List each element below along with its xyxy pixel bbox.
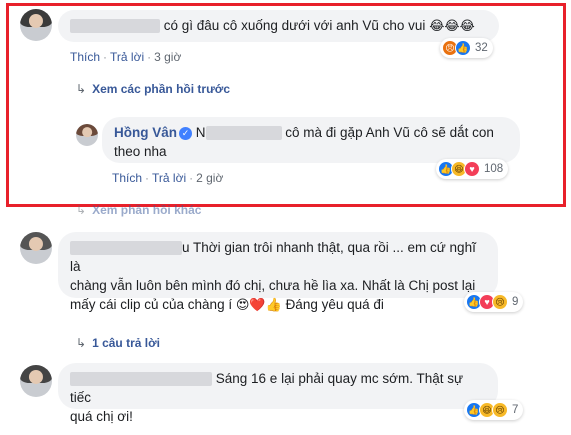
comment-line3: mấy cái clip củ của chàng í bbox=[70, 297, 233, 312]
comment-tail: u bbox=[182, 240, 190, 255]
avatar[interactable] bbox=[20, 232, 52, 264]
timestamp[interactable]: 2 giờ bbox=[196, 171, 223, 185]
like-link[interactable]: Thích bbox=[112, 171, 142, 185]
avatar[interactable] bbox=[20, 9, 52, 41]
reply-link[interactable]: Trả lời bbox=[152, 171, 186, 185]
comment-bubble: có gì đâu cô xuống dưới với anh Vũ cho v… bbox=[58, 10, 499, 42]
comment-line3-end: Đáng yêu quá đi bbox=[285, 297, 384, 312]
view-replies[interactable]: ↳ 1 câu trả lời bbox=[76, 336, 160, 350]
redacted-name bbox=[70, 372, 212, 387]
redacted-name bbox=[70, 19, 160, 34]
reaction-count: 7 bbox=[512, 404, 519, 416]
reply-text-line1: cô mà đi gặp Anh Vũ cô sẽ dắt con bbox=[285, 125, 494, 140]
author-name[interactable]: Hồng Vân bbox=[114, 125, 177, 140]
timestamp[interactable]: 3 giờ bbox=[154, 50, 181, 64]
redacted-tag bbox=[205, 126, 282, 141]
reply-text-line2: theo nha bbox=[114, 144, 167, 159]
view-more-replies[interactable]: ↳ Xem phần hồi khác bbox=[76, 203, 201, 217]
comment-actions: Thích · Trả lời · 3 giờ bbox=[70, 50, 182, 64]
love-icon: ♥ bbox=[464, 161, 480, 177]
sad-icon: 😢 bbox=[492, 402, 508, 418]
comment-line2: quá chị ơi! bbox=[70, 409, 133, 424]
reaction-summary[interactable]: 👍 😆 ♥ 108 bbox=[436, 159, 509, 179]
reply-actions: Thích · Trả lời · 2 giờ bbox=[112, 171, 224, 185]
reaction-summary[interactable]: 👍 😆 😢 7 bbox=[464, 400, 524, 420]
reaction-count: 108 bbox=[484, 163, 504, 175]
reply-link[interactable]: Trả lời bbox=[110, 50, 144, 64]
redacted-name bbox=[70, 241, 182, 256]
like-icon: 👍 bbox=[455, 40, 471, 56]
reaction-summary[interactable]: 👍 ♥ 😢 9 bbox=[464, 292, 524, 312]
reaction-summary[interactable]: 😠 👍 32 bbox=[440, 38, 493, 58]
reply-arrow-icon: ↳ bbox=[76, 82, 87, 96]
reply-bubble: Hồng Vân ✓ N cô mà đi gặp Anh Vũ cô sẽ dắ… bbox=[102, 117, 520, 163]
view-previous-replies[interactable]: ↳ Xem các phần hồi trước bbox=[76, 82, 230, 96]
comment-bubble: u Thời gian trôi nhanh thật, qua rồi ...… bbox=[58, 232, 498, 312]
reply-prefix: N bbox=[195, 125, 206, 140]
reaction-count: 32 bbox=[475, 42, 488, 54]
comment-line2: chàng vẫn luôn bên mình đó chị, chưa hề … bbox=[70, 278, 476, 293]
like-link[interactable]: Thích bbox=[70, 50, 100, 64]
sad-icon: 😢 bbox=[492, 294, 508, 310]
reply-arrow-icon: ↳ bbox=[76, 336, 87, 350]
comment-text: có gì đâu cô xuống dưới với anh Vũ cho v… bbox=[163, 18, 426, 33]
avatar[interactable] bbox=[20, 365, 52, 397]
reply-arrow-icon: ↳ bbox=[76, 203, 87, 217]
comment-emoji: 😂😂😂 bbox=[429, 18, 475, 33]
comment-bubble: Sáng 16 e lại phải quay mc sớm. Thật sự … bbox=[58, 363, 498, 424]
comment-emoji: 😍❤️👍 bbox=[235, 297, 282, 312]
avatar[interactable] bbox=[76, 124, 98, 146]
reaction-count: 9 bbox=[512, 296, 519, 308]
verified-badge-icon: ✓ bbox=[179, 127, 192, 140]
